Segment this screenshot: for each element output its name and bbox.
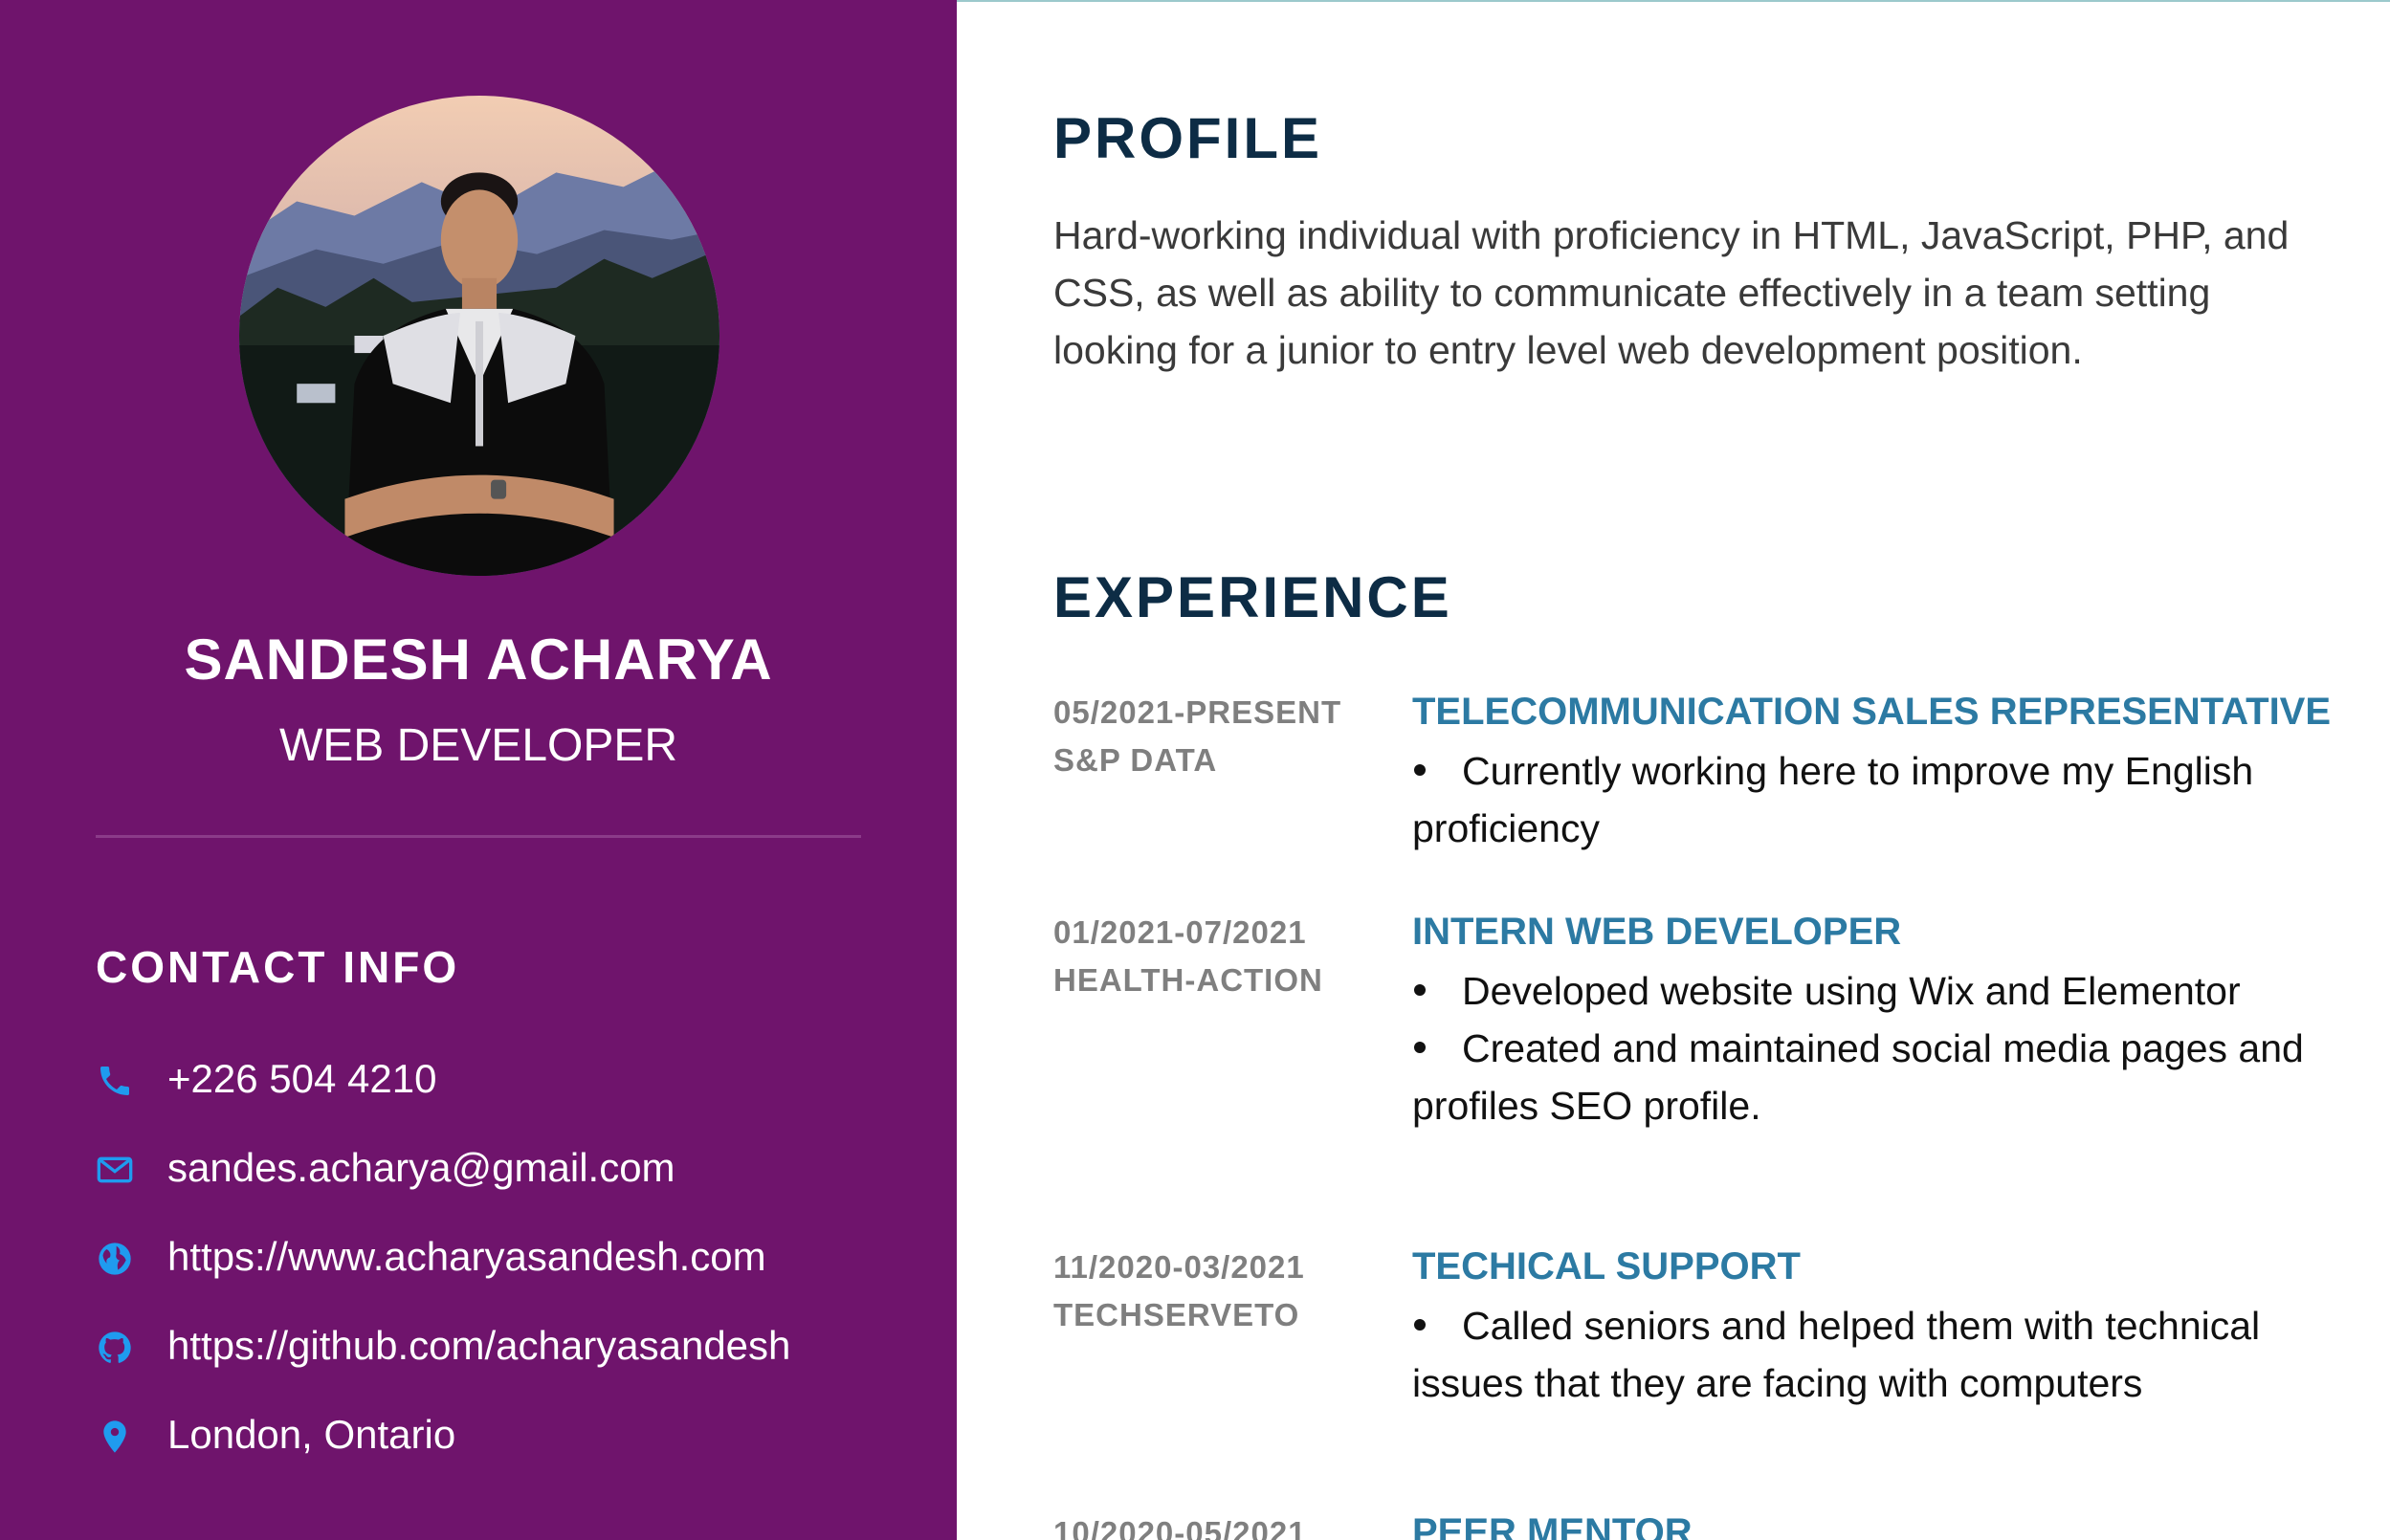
profile-photo (239, 96, 719, 576)
experience-bullet: Developed website using Wix and Elemento… (1412, 962, 2331, 1020)
contact-github[interactable]: https://github.com/acharyasandesh (96, 1319, 938, 1376)
contact-phone[interactable]: +226 504 4210 (96, 1052, 938, 1110)
location-pin-icon (103, 1420, 126, 1453)
experience-bullets: Developed website using Wix and Elemento… (1412, 962, 2331, 1134)
contact-website-text: https://www.acharyasandesh.com (167, 1234, 766, 1279)
experience-dates-block: 11/2020-03/2021 TECHSERVETO (1053, 1243, 1388, 1339)
bullet-dot-icon (1414, 984, 1426, 997)
globe-icon (99, 1243, 131, 1275)
sidebar-divider (96, 835, 861, 838)
experience-dates-block: 01/2021-07/2021 HEALTH-ACTION (1053, 909, 1388, 1004)
phone-icon (100, 1067, 129, 1095)
experience-title: TECHICAL SUPPORT (1412, 1245, 1801, 1287)
experience-bullet: Currently working here to improve my Eng… (1412, 742, 2331, 857)
experience-company: S&P DATA (1053, 742, 1218, 778)
bullet-text: Currently working here to improve my Eng… (1412, 749, 2254, 850)
experience-dates: 05/2021-PRESENT (1053, 694, 1342, 730)
profile-text: Hard-working individual with proficiency… (1053, 213, 2290, 372)
experience-dates: 11/2020-03/2021 (1053, 1249, 1305, 1285)
experience-company: HEALTH-ACTION (1053, 962, 1323, 998)
experience-company: TECHSERVETO (1053, 1297, 1300, 1332)
contact-info-heading: CONTACT INFO (96, 942, 460, 992)
experience-heading: EXPERIENCE (1053, 565, 1452, 629)
experience-dates-block: 10/2020-05/2021 (1053, 1509, 1388, 1540)
experience-bullet: Created and maintained social media page… (1412, 1020, 2331, 1134)
person-name: SANDESH ACHARYA (184, 627, 773, 692)
contact-email[interactable]: sandes.acharya@gmail.com (96, 1141, 938, 1199)
experience-bullets: Called seniors and helped them with tech… (1412, 1297, 2331, 1412)
resume-page: SANDESH ACHARYA WEB DEVELOPER CONTACT IN… (0, 0, 2390, 1540)
profile-heading: PROFILE (1053, 106, 1323, 170)
experience-title: INTERN WEB DEVELOPER (1412, 911, 1902, 953)
experience-dates: 01/2021-07/2021 (1053, 914, 1307, 950)
bullet-dot-icon (1414, 764, 1426, 777)
contact-github-text: https://github.com/acharyasandesh (167, 1323, 791, 1368)
experience-bullets: Currently working here to improve my Eng… (1412, 742, 2331, 857)
sidebar: SANDESH ACHARYA WEB DEVELOPER CONTACT IN… (0, 0, 957, 1540)
bullet-dot-icon (1414, 1319, 1426, 1331)
contact-website[interactable]: https://www.acharyasandesh.com (96, 1230, 938, 1287)
bullet-text: Called seniors and helped them with tech… (1412, 1304, 2261, 1405)
contact-phone-text: +226 504 4210 (167, 1056, 437, 1101)
experience-dates-block: 05/2021-PRESENT S&P DATA (1053, 689, 1388, 784)
job-role: WEB DEVELOPER (278, 720, 678, 771)
bullet-text: Developed website using Wix and Elemento… (1462, 969, 2241, 1013)
experience-title: TELECOMMUNICATION SALES REPRESENTATIVE (1412, 691, 2332, 733)
contact-location-text: London, Ontario (167, 1412, 456, 1457)
experience-bullet: Called seniors and helped them with tech… (1412, 1297, 2331, 1412)
contact-email-text: sandes.acharya@gmail.com (167, 1145, 675, 1190)
bullet-dot-icon (1414, 1042, 1426, 1054)
bullet-text: Created and maintained social media page… (1412, 1026, 2304, 1128)
main-content: PROFILE Hard-working individual with pro… (957, 0, 2390, 1540)
experience-title: PEER MENTOR (1412, 1511, 1693, 1540)
mail-icon (97, 1156, 133, 1183)
experience-dates: 10/2020-05/2021 (1053, 1515, 1307, 1540)
contact-location[interactable]: London, Ontario (96, 1408, 938, 1465)
github-icon (99, 1331, 131, 1363)
